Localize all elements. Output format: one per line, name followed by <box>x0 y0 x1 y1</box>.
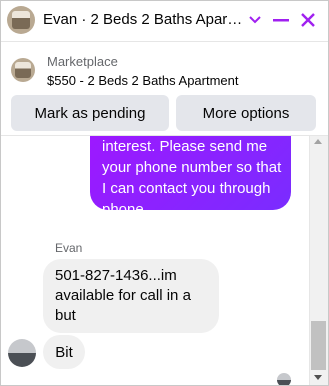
listing-title[interactable]: $550 - 2 Beds 2 Baths Apartment <box>47 73 239 88</box>
message-list[interactable]: interest. Please send me your phone numb… <box>1 136 309 385</box>
conversation-title[interactable]: Evan · 2 Beds 2 Baths Apartment <box>43 11 243 28</box>
scrollbar-thumb[interactable] <box>311 321 326 370</box>
message-text: interest. Please send me your phone numb… <box>102 138 282 218</box>
read-receipt-avatar <box>277 373 291 385</box>
house-thumbnail-icon <box>12 11 30 29</box>
sender-avatar[interactable] <box>8 339 36 367</box>
incoming-message[interactable]: Bit <box>43 335 85 369</box>
sender-name: Evan <box>55 241 83 255</box>
message-text: Bit <box>55 343 73 361</box>
more-options-button[interactable]: More options <box>176 95 316 131</box>
mark-as-pending-button[interactable]: Mark as pending <box>11 95 169 131</box>
chevron-down-icon[interactable] <box>243 7 267 33</box>
listing-thumbnail[interactable] <box>11 58 35 82</box>
marketplace-label: Marketplace <box>47 54 118 69</box>
listing-avatar[interactable] <box>7 6 35 34</box>
scroll-down-arrow-icon[interactable] <box>314 375 322 380</box>
house-thumbnail-icon <box>15 62 31 78</box>
minimize-icon[interactable] <box>269 7 293 33</box>
close-icon[interactable] <box>296 7 320 33</box>
scroll-up-arrow-icon[interactable] <box>314 139 322 144</box>
chat-header[interactable]: Evan · 2 Beds 2 Baths Apartment <box>1 1 328 42</box>
incoming-message[interactable]: 501-827-1436...im available for call in … <box>43 259 219 333</box>
chat-window: Evan · 2 Beds 2 Baths Apartment Marketpl… <box>0 0 329 386</box>
marketplace-listing-card: Marketplace $550 - 2 Beds 2 Baths Apartm… <box>1 42 328 136</box>
message-text: 501-827-1436...im available for call in … <box>55 267 191 324</box>
